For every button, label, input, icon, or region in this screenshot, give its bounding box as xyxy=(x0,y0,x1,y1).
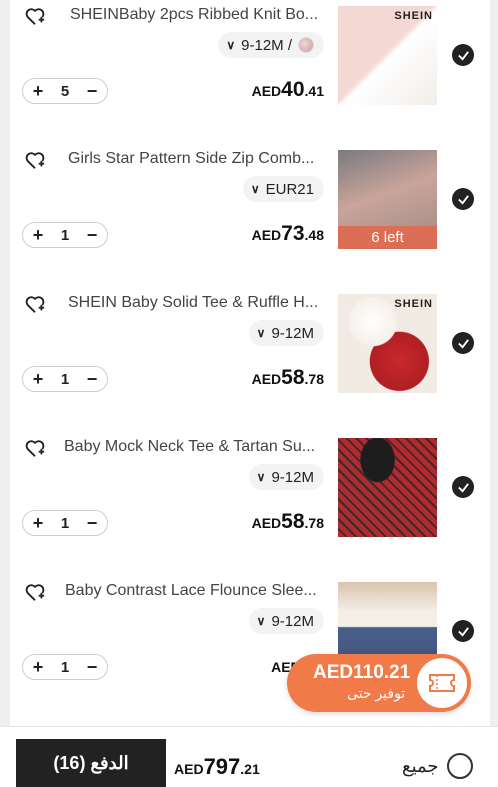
select-all-label: جميع xyxy=(402,755,439,776)
product-thumbnail[interactable]: SHEIN xyxy=(338,294,437,393)
price-decimal: .78 xyxy=(304,371,324,387)
chevron-down-icon: ∨ xyxy=(226,38,236,52)
price-integer: 40 xyxy=(281,78,305,101)
price-decimal: .48 xyxy=(304,227,324,243)
check-icon[interactable] xyxy=(452,44,474,66)
heart-plus-icon[interactable] xyxy=(24,5,48,29)
price-currency: AED xyxy=(251,83,282,99)
item-price: AED40.41 xyxy=(252,78,324,102)
decrease-button[interactable]: − xyxy=(83,369,101,389)
product-title[interactable]: SHEIN Baby Solid Tee & Ruffle H... xyxy=(68,294,338,312)
variant-label: EUR21 xyxy=(265,180,314,198)
select-all-radio[interactable] xyxy=(446,753,473,779)
total-price: AED797.21 xyxy=(174,754,260,780)
price-currency: AED xyxy=(251,227,282,243)
total-integer: 797 xyxy=(203,754,241,779)
quantity-stepper: +1− xyxy=(22,222,108,248)
chevron-down-icon: ∨ xyxy=(256,326,266,340)
variant-label: 9-12M xyxy=(271,612,314,630)
coupon-icon xyxy=(417,658,467,708)
color-swatch xyxy=(298,37,314,53)
variant-label: 9-12M / xyxy=(241,36,292,54)
heart-plus-icon[interactable] xyxy=(24,293,48,317)
quantity-stepper: +5− xyxy=(22,78,108,104)
savings-amount: AED110.21 xyxy=(313,662,411,683)
quantity-stepper: +1− xyxy=(22,654,108,680)
chevron-down-icon: ∨ xyxy=(250,182,260,196)
price-currency: AED xyxy=(251,371,282,387)
variant-selector[interactable]: ∨ EUR21 xyxy=(242,176,324,202)
variant-label: 9-12M xyxy=(271,468,314,486)
quantity-value: 5 xyxy=(60,82,70,100)
price-integer: 58 xyxy=(281,510,305,533)
cart-list: SHEINBaby 2pcs Ribbed Knit Bo... ∨ 9-12M … xyxy=(10,0,490,726)
price-integer: 58 xyxy=(281,366,305,389)
product-thumbnail[interactable]: SHEIN xyxy=(338,6,437,105)
product-title[interactable]: SHEINBaby 2pcs Ribbed Knit Bo... xyxy=(70,6,340,24)
checkout-button[interactable]: الدفع (16) xyxy=(16,739,166,787)
variant-label: 9-12M xyxy=(271,324,314,342)
thumbnail-brand: SHEIN xyxy=(394,10,433,22)
product-title[interactable]: Baby Mock Neck Tee & Tartan Su... xyxy=(64,438,334,456)
increase-button[interactable]: + xyxy=(29,225,47,245)
quantity-stepper: +1− xyxy=(22,366,108,392)
price-decimal: .78 xyxy=(304,515,324,531)
heart-plus-icon[interactable] xyxy=(24,581,48,605)
check-icon[interactable] xyxy=(452,332,474,354)
stock-badge: 6 left xyxy=(338,226,437,249)
decrease-button[interactable]: − xyxy=(83,225,101,245)
product-thumbnail[interactable]: 6 left xyxy=(338,150,437,249)
check-icon[interactable] xyxy=(452,188,474,210)
heart-plus-icon[interactable] xyxy=(24,149,48,173)
checkout-bar: الدفع (16) AED797.21 جميع xyxy=(0,726,498,787)
variant-selector[interactable]: ∨ 9-12M xyxy=(248,464,324,490)
decrease-button[interactable]: − xyxy=(83,81,101,101)
variant-selector[interactable]: ∨ 9-12M / xyxy=(218,32,324,58)
item-price: AED73.48 xyxy=(252,222,324,246)
heart-plus-icon[interactable] xyxy=(24,437,48,461)
item-price: AED58.78 xyxy=(252,366,324,390)
price-decimal: .41 xyxy=(304,83,324,99)
quantity-stepper: +1− xyxy=(22,510,108,536)
chevron-down-icon: ∨ xyxy=(256,470,266,484)
cart-item: SHEINBaby 2pcs Ribbed Knit Bo... ∨ 9-12M … xyxy=(10,0,490,144)
cart-item: Girls Star Pattern Side Zip Comb... ∨ EUR… xyxy=(10,144,490,288)
chevron-down-icon: ∨ xyxy=(256,614,266,628)
price-integer: 73 xyxy=(281,222,305,245)
product-thumbnail[interactable] xyxy=(338,438,437,537)
quantity-value: 1 xyxy=(60,370,70,388)
total-currency: AED xyxy=(174,761,204,777)
variant-selector[interactable]: ∨ 9-12M xyxy=(248,320,324,346)
item-price: AED58.78 xyxy=(252,510,324,534)
quantity-value: 1 xyxy=(60,658,70,676)
increase-button[interactable]: + xyxy=(29,369,47,389)
check-icon[interactable] xyxy=(452,476,474,498)
cart-item: Baby Mock Neck Tee & Tartan Su... ∨ 9-12M… xyxy=(10,432,490,576)
increase-button[interactable]: + xyxy=(29,513,47,533)
decrease-button[interactable]: − xyxy=(83,657,101,677)
decrease-button[interactable]: − xyxy=(83,513,101,533)
quantity-value: 1 xyxy=(60,226,70,244)
savings-coupon-banner[interactable]: AED110.21 توفير حتى xyxy=(287,654,471,712)
increase-button[interactable]: + xyxy=(29,657,47,677)
cart-item: SHEIN Baby Solid Tee & Ruffle H... ∨ 9-12… xyxy=(10,288,490,432)
thumbnail-brand: SHEIN xyxy=(394,298,433,310)
total-decimal: .21 xyxy=(240,761,260,777)
product-title[interactable]: Baby Contrast Lace Flounce Slee... xyxy=(65,582,335,600)
quantity-value: 1 xyxy=(60,514,70,532)
savings-label: توفير حتى xyxy=(347,685,406,701)
check-icon[interactable] xyxy=(452,620,474,642)
increase-button[interactable]: + xyxy=(29,81,47,101)
price-currency: AED xyxy=(251,515,282,531)
variant-selector[interactable]: ∨ 9-12M xyxy=(248,608,324,634)
product-title[interactable]: Girls Star Pattern Side Zip Comb... xyxy=(68,150,338,168)
select-all[interactable]: جميع xyxy=(402,753,473,779)
